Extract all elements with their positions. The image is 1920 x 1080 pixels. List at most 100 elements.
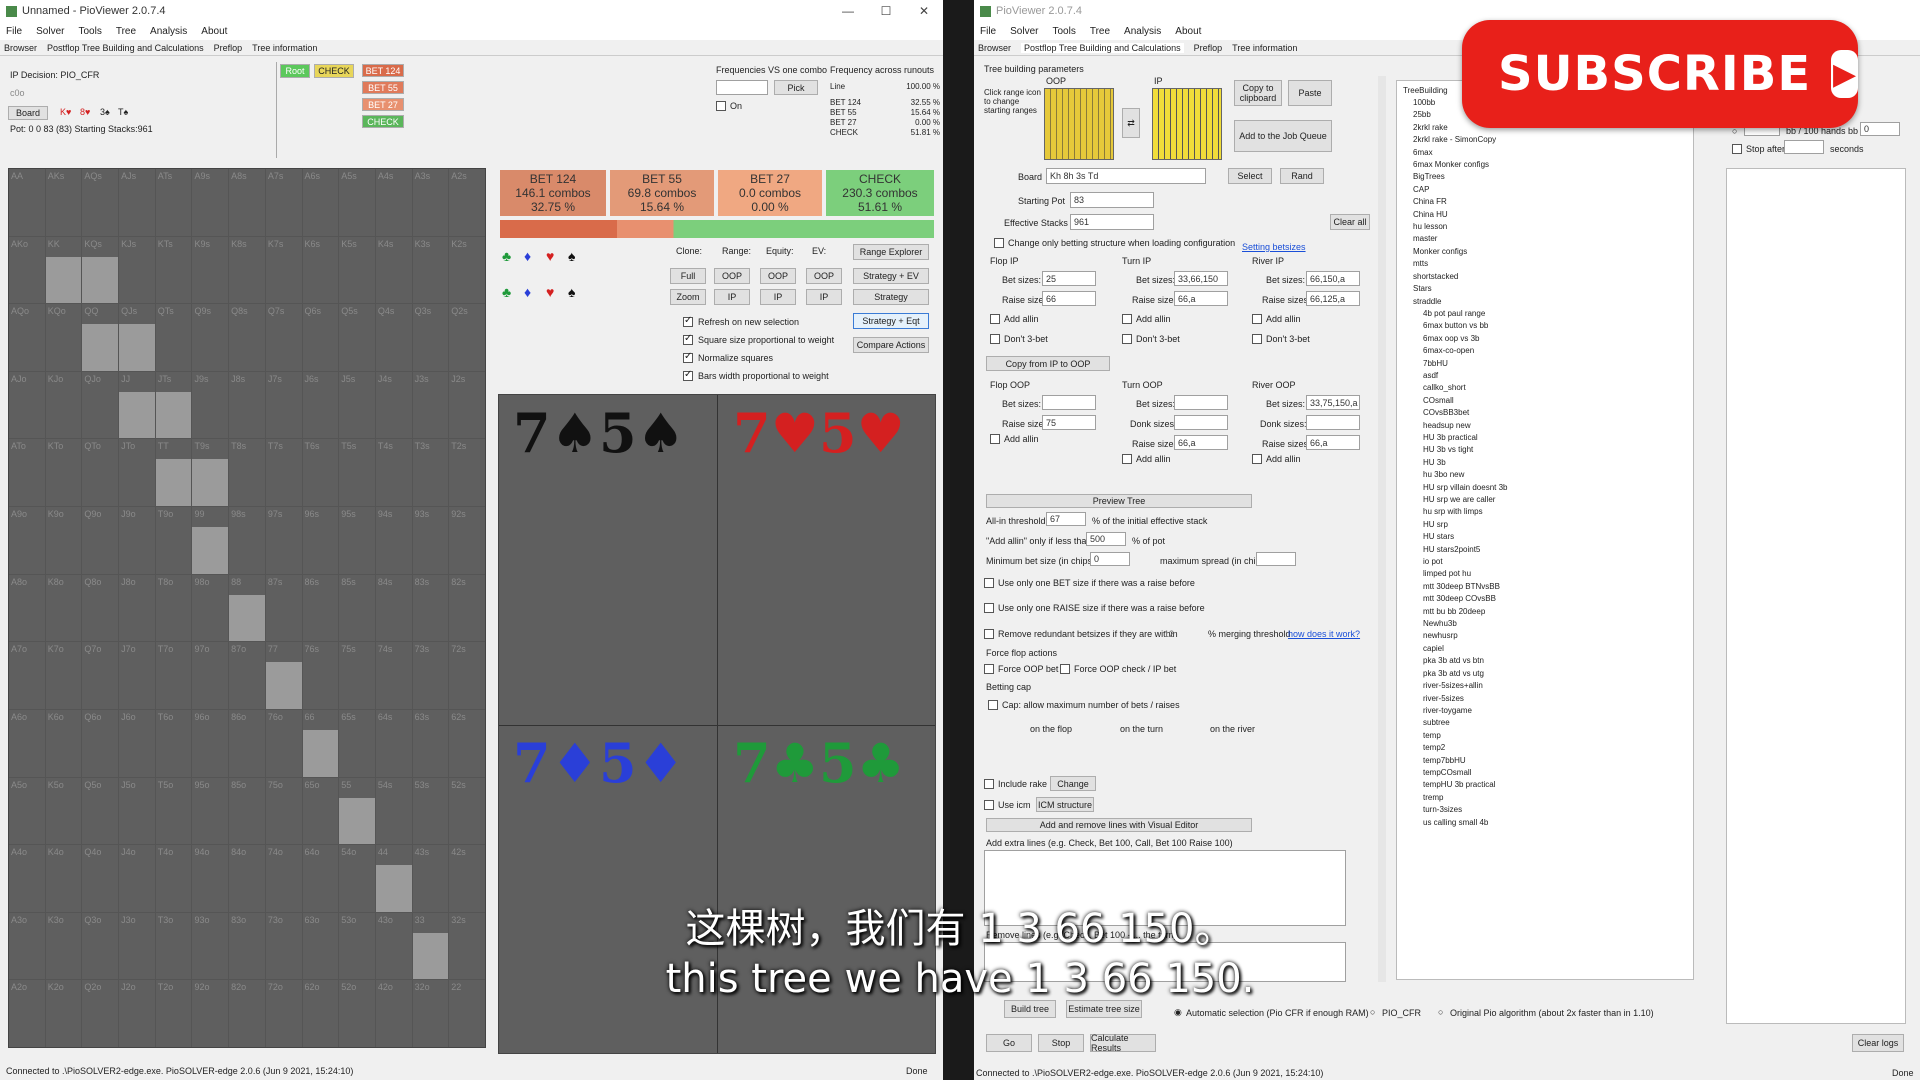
hand-cell[interactable]: Q6s — [302, 304, 339, 371]
flop-oop-allin-checkbox[interactable] — [990, 434, 1000, 444]
tree-item[interactable]: hu lesson — [1413, 221, 1687, 233]
swap-ranges-icon[interactable]: ⇄ — [1122, 108, 1140, 138]
hand-cell[interactable]: ATo — [9, 439, 45, 507]
river-oop-allin-checkbox[interactable] — [1252, 454, 1262, 464]
tab-browser[interactable]: Browser — [978, 43, 1011, 53]
action-bet124-button[interactable]: BET 124 — [362, 64, 404, 77]
strategy-eqt-button[interactable]: Strategy + Eqt — [853, 313, 929, 329]
hand-cell[interactable]: 77 — [265, 642, 302, 709]
hand-cell[interactable]: A3s — [412, 169, 449, 236]
tree-browser[interactable]: TreeBuilding 100bb 25bb 2krkl rake 2krkl ra… — [1396, 80, 1694, 980]
action-box-check[interactable]: CHECK 230.3 combos 51.61 % — [826, 170, 934, 216]
hand-cell[interactable]: Q7s — [265, 304, 302, 371]
hand-cell[interactable]: K6o — [45, 709, 82, 777]
range-explorer-button[interactable]: Range Explorer — [853, 244, 929, 260]
min-bet-input[interactable]: 0 — [1090, 552, 1130, 566]
use-icm-checkbox[interactable] — [984, 800, 994, 810]
tree-item[interactable]: HU srp — [1423, 519, 1687, 531]
hand-cell[interactable]: QJs — [119, 304, 155, 371]
hand-cell[interactable]: T2s — [449, 439, 485, 507]
turn-oop-raise-input[interactable]: 66,a — [1174, 435, 1228, 450]
hand-cell[interactable]: Q8s — [229, 304, 265, 371]
turn-ip-bet-input[interactable]: 33,66,150 — [1174, 271, 1228, 286]
board-input[interactable]: Kh 8h 3s Td — [1046, 168, 1206, 184]
max-spread-input[interactable] — [1256, 552, 1296, 566]
hand-cell[interactable]: J5o — [119, 777, 155, 845]
hand-cell[interactable]: KTs — [155, 236, 192, 304]
hand-cell[interactable]: ATs — [155, 169, 192, 236]
tree-item[interactable]: asdf — [1423, 370, 1687, 382]
on-checkbox[interactable] — [716, 101, 726, 111]
tree-item[interactable]: 2krkl rake - SimonCopy — [1413, 134, 1687, 146]
tree-item[interactable]: Newhu3b — [1423, 618, 1687, 630]
hand-cell[interactable]: 93s — [412, 507, 449, 574]
diamond-icon[interactable]: ♦ — [524, 284, 531, 300]
stacks-input[interactable]: 961 — [1070, 214, 1154, 230]
close-icon[interactable]: ✕ — [905, 4, 943, 18]
tree-item[interactable]: river-5sizes — [1423, 693, 1687, 705]
orig-pio-radio[interactable]: ○ — [1438, 1007, 1443, 1017]
tree-item[interactable]: COsmall — [1423, 395, 1687, 407]
tree-item[interactable]: 6max-co-open — [1423, 345, 1687, 357]
tree-item[interactable]: 6max button vs bb — [1423, 320, 1687, 332]
hand-cell[interactable]: AA — [9, 169, 45, 236]
ip-range-icon[interactable] — [1152, 88, 1222, 160]
tree-item[interactable]: Stars — [1413, 283, 1687, 295]
subscribe-button[interactable]: SUBSCRIBE ▶ — [1462, 20, 1858, 128]
minimize-icon[interactable]: — — [829, 4, 867, 18]
menu-solver[interactable]: Solver — [1010, 26, 1038, 37]
hand-cell[interactable]: 75s — [339, 642, 375, 709]
strategy-ev-button[interactable]: Strategy + EV — [853, 268, 929, 284]
hand-cell[interactable]: TT — [155, 439, 192, 507]
hand-cell[interactable]: A7o — [9, 642, 45, 709]
copy-ip-oop-button[interactable]: Copy from IP to OOP — [986, 356, 1110, 371]
full-button[interactable]: Full — [670, 268, 706, 284]
hand-cell[interactable]: T7o — [155, 642, 192, 709]
tree-item[interactable]: BigTrees — [1413, 171, 1687, 183]
hand-cell[interactable]: K4s — [375, 236, 412, 304]
menu-file[interactable]: File — [980, 26, 996, 37]
hand-cell[interactable]: KQo — [45, 304, 82, 371]
hand-cell[interactable]: A6s — [302, 169, 339, 236]
hand-cell[interactable]: 95s — [339, 507, 375, 574]
maximize-icon[interactable]: ☐ — [867, 4, 905, 18]
hand-cell[interactable]: T8o — [155, 574, 192, 642]
hand-cell[interactable]: A9s — [192, 169, 229, 236]
hand-cell[interactable]: T5s — [339, 439, 375, 507]
calculate-button[interactable]: Calculate Results — [1090, 1033, 1156, 1053]
tree-item[interactable]: callko_short — [1423, 382, 1687, 394]
tree-item[interactable]: headsup new — [1423, 420, 1687, 432]
hand-cell[interactable]: J3s — [412, 371, 449, 439]
bars-width-checkbox[interactable] — [683, 369, 693, 381]
hand-cell[interactable]: AJo — [9, 371, 45, 439]
action-check-button[interactable]: CHECK — [362, 115, 404, 128]
hand-cell[interactable]: 97s — [265, 507, 302, 574]
normalize-checkbox[interactable] — [683, 351, 693, 363]
river-oop-bet-input[interactable]: 33,75,150,a — [1306, 395, 1360, 410]
tree-item[interactable]: HU stars2point5 — [1423, 544, 1687, 556]
club-icon[interactable]: ♣ — [502, 284, 511, 300]
hand-cell[interactable]: AKo — [9, 236, 45, 304]
hand-cell[interactable]: 63s — [412, 709, 449, 777]
hand-cell[interactable]: 73s — [412, 642, 449, 709]
action-box-bet124[interactable]: BET 124 146.1 combos 32.75 % — [500, 170, 606, 216]
add-allin-only-input[interactable]: 500 — [1086, 532, 1126, 546]
tree-item[interactable]: 6max Monker configs — [1413, 159, 1687, 171]
hand-cell[interactable]: Q5s — [339, 304, 375, 371]
hand-cell[interactable]: J8o — [119, 574, 155, 642]
tree-item[interactable]: tremp — [1423, 792, 1687, 804]
hand-cell[interactable]: 84s — [375, 574, 412, 642]
change-rake-button[interactable]: Change — [1050, 776, 1096, 791]
oop-range-icon[interactable] — [1044, 88, 1114, 160]
hand-cell[interactable]: T6s — [302, 439, 339, 507]
bb-input[interactable]: 0 — [1860, 122, 1900, 136]
hand-cell[interactable]: QQ — [82, 304, 119, 371]
hand-cell[interactable]: JJ — [119, 371, 155, 439]
river-ip-3bet-checkbox[interactable] — [1252, 334, 1262, 344]
tab-tree-info[interactable]: Tree information — [252, 43, 317, 53]
one-bet-checkbox[interactable] — [984, 578, 994, 588]
allin-threshold-input[interactable]: 67 — [1046, 512, 1086, 526]
hand-cell[interactable]: A9o — [9, 507, 45, 574]
hand-cell[interactable]: J2s — [449, 371, 485, 439]
hand-cell[interactable]: 85s — [339, 574, 375, 642]
